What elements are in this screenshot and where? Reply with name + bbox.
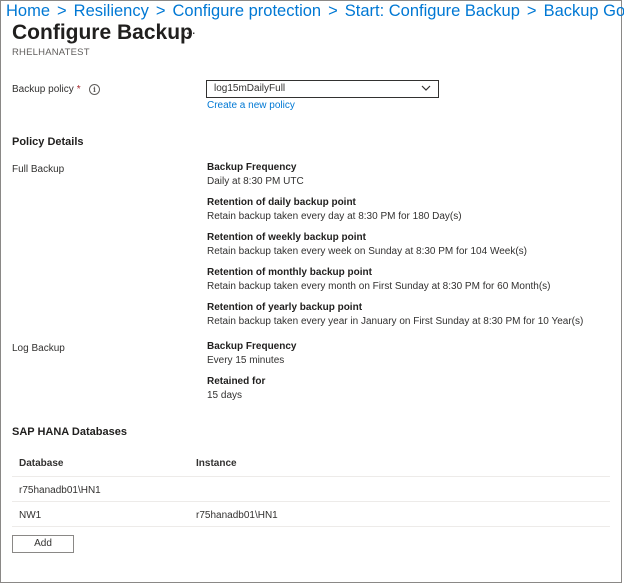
breadcrumb-configure-protection[interactable]: Configure protection (173, 2, 322, 20)
weekly-retention-value: Retain backup taken every week on Sunday… (207, 246, 527, 257)
table-row-database: NW1 (19, 510, 42, 521)
databases-heading: SAP HANA Databases (12, 426, 127, 438)
breadcrumb-home[interactable]: Home (6, 2, 50, 20)
table-row-database: r75hanadb01\HN1 (19, 485, 101, 496)
log-backup-frequency-value: Every 15 minutes (207, 355, 285, 366)
table-divider (12, 476, 610, 477)
column-header-instance[interactable]: Instance (196, 458, 237, 469)
breadcrumb-backup-goal[interactable]: Backup Goal (544, 2, 624, 20)
breadcrumb-start-configure-backup[interactable]: Start: Configure Backup (345, 2, 520, 20)
log-backup-label: Log Backup (12, 343, 65, 354)
breadcrumb-resiliency[interactable]: Resiliency (74, 2, 149, 20)
breadcrumb-separator: > (526, 2, 537, 20)
info-icon[interactable]: i (89, 84, 100, 95)
daily-retention-title: Retention of daily backup point (207, 197, 356, 208)
chevron-down-icon (421, 85, 431, 91)
weekly-retention-title: Retention of weekly backup point (207, 232, 366, 243)
required-mark: * (76, 84, 81, 95)
backup-policy-dropdown[interactable]: log15mDailyFull (206, 80, 439, 98)
yearly-retention-value: Retain backup taken every year in Januar… (207, 316, 584, 327)
policy-details-heading: Policy Details (12, 136, 84, 148)
page-subtitle: RHELHANATEST (12, 47, 90, 58)
breadcrumb-separator: > (57, 2, 67, 20)
full-backup-label: Full Backup (12, 164, 65, 175)
table-divider (12, 501, 610, 502)
full-backup-frequency-title: Backup Frequency (207, 162, 297, 173)
yearly-retention-title: Retention of yearly backup point (207, 302, 363, 313)
breadcrumb: Home > Resiliency > Configure protection > Sta… (6, 1, 624, 21)
monthly-retention-value: Retain backup taken every month on First… (207, 281, 551, 292)
breadcrumb-separator: > (155, 2, 166, 20)
backup-policy-label-text: Backup policy (12, 84, 74, 95)
full-backup-frequency-value: Daily at 8:30 PM UTC (207, 176, 304, 187)
page-title: Configure Backup (12, 21, 193, 44)
more-icon[interactable]: ··· (180, 24, 197, 40)
breadcrumb-separator: > (328, 2, 338, 20)
log-retained-for-value: 15 days (207, 390, 243, 401)
add-database-button[interactable]: Add (12, 535, 74, 553)
log-retained-for-title: Retained for (207, 376, 266, 387)
log-backup-frequency-title: Backup Frequency (207, 341, 297, 352)
backup-policy-label: Backup policy * (12, 84, 81, 95)
monthly-retention-title: Retention of monthly backup point (207, 267, 372, 278)
column-header-database[interactable]: Database (19, 458, 63, 469)
table-divider (12, 526, 610, 527)
table-row-instance: r75hanadb01\HN1 (196, 510, 278, 521)
create-policy-link[interactable]: Create a new policy (207, 100, 295, 111)
daily-retention-value: Retain backup taken every day at 8:30 PM… (207, 211, 462, 222)
backup-policy-selected: log15mDailyFull (214, 83, 286, 94)
